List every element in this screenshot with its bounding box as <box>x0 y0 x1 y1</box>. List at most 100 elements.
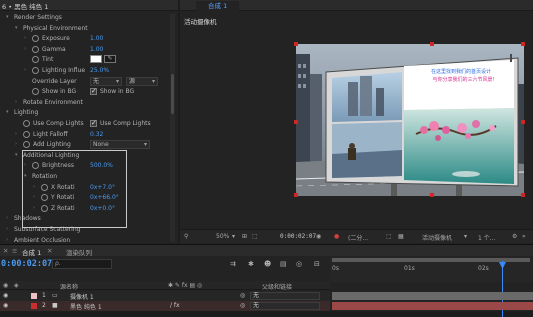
transform-handle[interactable] <box>294 193 298 197</box>
effect-property-row[interactable]: › Gamma 1.00 <box>0 44 178 55</box>
stopwatch-icon[interactable] <box>23 130 30 138</box>
chevron-right-icon[interactable]: › <box>15 131 17 137</box>
effect-controls-scrollbar[interactable] <box>170 14 175 242</box>
resolution-dropdown[interactable]: (二分... <box>348 233 368 242</box>
layer-name[interactable]: 黑色 纯色 1 <box>70 302 102 311</box>
effect-property-row[interactable]: › Add Lighting None <box>0 139 178 150</box>
region-icon[interactable]: ⬚ <box>386 233 392 240</box>
parent-pickwhip-icon[interactable]: ◎ <box>240 292 245 299</box>
draft-3d-icon[interactable]: ✱ <box>248 260 254 268</box>
effect-property-row[interactable]: ▾ Lighting <box>0 107 178 118</box>
stopwatch-icon[interactable] <box>32 67 39 74</box>
mask-icon[interactable]: ⬚ <box>252 233 258 240</box>
effect-property-row[interactable]: Show in BG Show in BG <box>0 86 178 97</box>
tab-composition-timeline[interactable]: 合成 1 <box>22 247 41 257</box>
property-value[interactable]: 25.0% <box>90 67 109 74</box>
chevron-down-icon[interactable]: ▾ <box>15 25 18 31</box>
chevron-right-icon[interactable]: › <box>15 99 17 105</box>
effect-property-row[interactable]: ▾ Render Settings <box>0 12 178 23</box>
layer-row[interactable]: ◉ 2 ■ 黑色 纯色 1 / fx ◎ 无 <box>0 301 330 311</box>
comp-mini-flowchart-icon[interactable]: ⇉ <box>230 260 236 268</box>
chevron-down-icon[interactable]: ▾ <box>6 14 9 20</box>
magnify-icon[interactable]: ⚲ <box>184 233 188 240</box>
chevron-down-icon[interactable]: ▾ <box>6 109 9 115</box>
transform-handle[interactable] <box>430 193 434 197</box>
tab-composition[interactable]: 合成 1 <box>196 1 240 11</box>
property-value[interactable]: 0.32 <box>90 131 103 138</box>
composition-viewer[interactable]: 在这里找到我们的首页设计 与你分享我们的三六节风景！ <box>296 44 524 196</box>
effect-property-row[interactable]: Override Layer 无源 <box>0 76 178 87</box>
effect-property-row[interactable]: › Rotate Environment <box>0 97 178 108</box>
effect-property-row[interactable]: Tint ✎ <box>0 54 178 65</box>
eye-icon[interactable]: ◉ <box>3 292 8 299</box>
stopwatch-icon[interactable] <box>32 56 39 64</box>
layer-name[interactable]: 摄像机 1 <box>70 292 94 301</box>
chevron-right-icon[interactable]: › <box>24 35 26 41</box>
frame-blend-icon[interactable]: ▤ <box>280 260 287 268</box>
checkbox[interactable] <box>90 119 97 127</box>
effect-property-row[interactable]: › Light Falloff 0.32 <box>0 129 178 140</box>
layer-row[interactable]: ◉ 1 ▭ 摄像机 1 ◎ 无 <box>0 291 330 301</box>
eye-icon[interactable]: ◉ <box>3 302 8 309</box>
shy-icon[interactable]: ☻ <box>264 260 271 268</box>
chevron-right-icon[interactable]: › <box>6 215 8 221</box>
property-value[interactable]: 1.00 <box>90 46 103 53</box>
settings-icon[interactable]: ⚙ <box>512 233 517 240</box>
work-area-bar[interactable] <box>332 258 530 262</box>
stopwatch-icon[interactable] <box>23 141 30 149</box>
checkbox[interactable] <box>90 87 97 96</box>
effect-property-row[interactable]: › Lighting Influe 25.0% <box>0 65 178 76</box>
timeline-search-input[interactable]: ρ. <box>52 259 112 269</box>
eyedropper-icon[interactable]: ✎ <box>104 55 116 64</box>
chevron-right-icon[interactable]: › <box>6 237 8 243</box>
graph-editor-icon[interactable]: ⊟ <box>314 260 320 268</box>
effect-property-row[interactable]: Use Comp Lights Use Comp Lights <box>0 118 178 129</box>
color-channel-icon[interactable]: ● <box>334 233 339 240</box>
views-dropdown[interactable]: 1 个... <box>478 233 495 242</box>
color-swatch[interactable] <box>90 55 102 64</box>
time-ruler[interactable]: 0s 01s 02s <box>330 257 533 317</box>
viewer-timecode[interactable]: 0:00:02:07 <box>280 233 316 240</box>
close-icon[interactable]: ✕ <box>3 247 8 255</box>
stopwatch-icon[interactable] <box>32 35 39 43</box>
transform-handle[interactable] <box>294 42 298 46</box>
parent-dropdown[interactable]: 无 <box>250 292 320 300</box>
chevron-right-icon[interactable]: › <box>24 67 26 73</box>
close-icon[interactable]: ✕ <box>47 247 52 255</box>
tab-render-queue[interactable]: 渲染队列 <box>66 247 92 257</box>
chevron-right-icon[interactable]: › <box>24 46 26 52</box>
layer-label-color[interactable] <box>31 293 37 299</box>
zoom-dropdown[interactable]: 50% <box>216 233 229 240</box>
property-value[interactable]: 1.00 <box>90 35 103 42</box>
motion-blur-icon[interactable]: ◎ <box>296 260 302 268</box>
parent-link-header[interactable]: 父级和链接 <box>262 282 292 291</box>
layer-duration-bar[interactable] <box>332 292 533 300</box>
scrollbar-thumb[interactable] <box>171 74 174 114</box>
chevron-right-icon[interactable]: › <box>6 226 8 232</box>
transform-handle[interactable] <box>521 193 525 197</box>
camera-dropdown[interactable]: 活动摄像机 <box>422 233 452 242</box>
transform-handle[interactable] <box>430 42 434 46</box>
property-dropdown[interactable]: 无 <box>90 76 122 86</box>
stopwatch-icon[interactable] <box>23 120 30 127</box>
transform-handle[interactable] <box>521 120 525 124</box>
effect-property-row[interactable]: › Ambient Occlusion <box>0 235 178 244</box>
layer-label-color[interactable] <box>31 303 37 309</box>
transform-handle[interactable] <box>294 120 298 124</box>
timeline-timecode[interactable]: 0:00:02:07 <box>1 259 52 269</box>
more-icon[interactable]: » <box>522 233 526 240</box>
chevron-down-icon[interactable]: ▾ <box>15 152 18 158</box>
menu-icon[interactable]: ≡ <box>12 247 17 255</box>
parent-pickwhip-icon[interactable]: ◎ <box>240 302 245 309</box>
grid-icon[interactable]: ⊞ <box>242 233 247 240</box>
effect-property-row[interactable]: › Exposure 1.00 <box>0 33 178 44</box>
layer-switches[interactable]: / fx <box>170 302 180 309</box>
effect-property-row[interactable]: ▾ Physical Environment <box>0 23 178 34</box>
layer-duration-bar[interactable] <box>332 302 533 310</box>
chevron-right-icon[interactable]: › <box>15 141 17 147</box>
property-dropdown[interactable]: 源 <box>126 76 158 86</box>
parent-dropdown[interactable]: 无 <box>250 302 320 310</box>
transparency-grid-icon[interactable]: ▦ <box>398 233 404 240</box>
stopwatch-icon[interactable] <box>32 45 39 53</box>
stopwatch-icon[interactable] <box>32 88 39 96</box>
